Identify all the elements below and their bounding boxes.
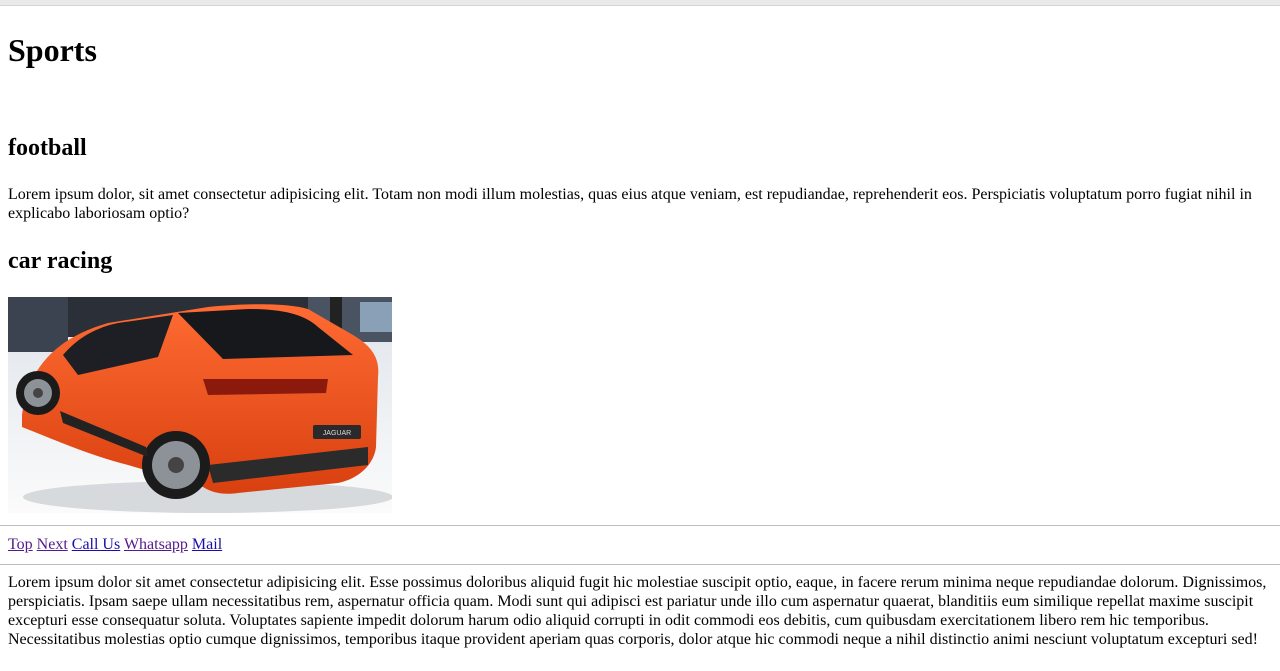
football-paragraph: Lorem ipsum dolor, sit amet consectetur …: [8, 186, 1252, 222]
nav-links: Top Next Call Us Whatsapp Mail: [8, 535, 222, 554]
divider-top: [0, 525, 1280, 526]
nav-link-mail[interactable]: Mail: [192, 536, 222, 553]
divider-bottom: [0, 564, 1280, 565]
page-title: Sports: [8, 32, 97, 68]
car-illustration: JAGUAR: [8, 297, 392, 513]
nav-link-top[interactable]: Top: [8, 536, 33, 553]
section-heading-car-racing: car racing: [8, 248, 113, 274]
plate-text: JAGUAR: [323, 430, 351, 437]
car-image: JAGUAR: [8, 297, 392, 513]
nav-link-whatsapp[interactable]: Whatsapp: [124, 536, 188, 553]
nav-link-call-us[interactable]: Call Us: [72, 536, 120, 553]
section-heading-football: football: [8, 135, 87, 161]
footer-paragraph: Lorem ipsum dolor sit amet consectetur a…: [8, 574, 1267, 648]
nav-link-next[interactable]: Next: [37, 536, 68, 553]
browser-top-edge: [0, 0, 1280, 6]
